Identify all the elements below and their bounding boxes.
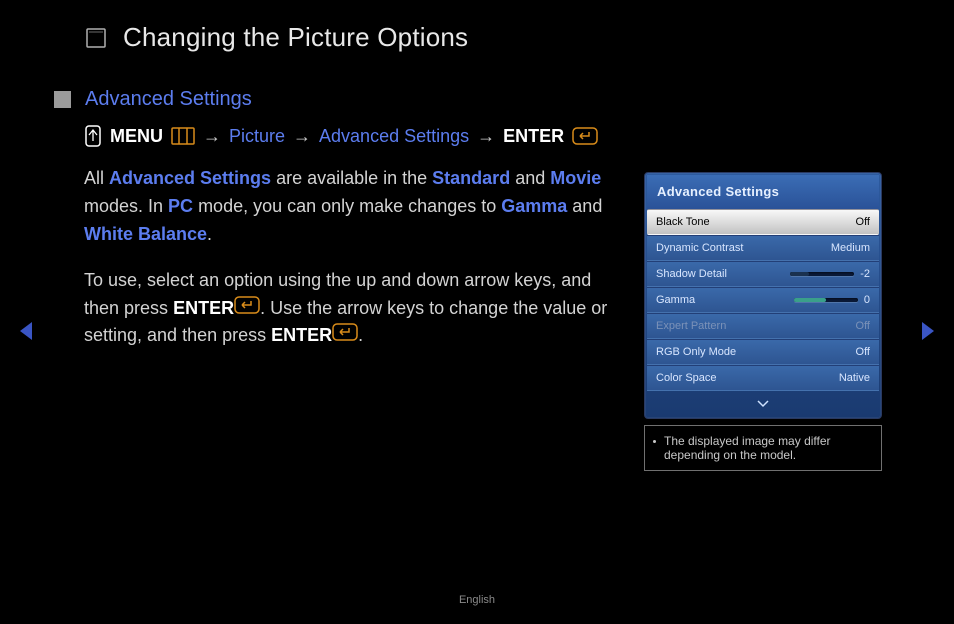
enter-icon (234, 296, 260, 314)
breadcrumb-picture: Picture (229, 126, 285, 147)
link-standard: Standard (432, 168, 510, 188)
link-gamma: Gamma (501, 196, 567, 216)
settings-panel: Advanced Settings Black Tone Off Dynamic C… (644, 172, 882, 419)
enter-icon (332, 323, 358, 341)
row-value: Native (839, 372, 870, 384)
link-advanced-settings: Advanced Settings (109, 168, 271, 188)
arrow-icon: → (203, 126, 221, 147)
section-title: Advanced Settings (85, 88, 252, 111)
link-pc: PC (168, 196, 193, 216)
paragraph-2: To use, select an option using the up an… (84, 267, 614, 351)
arrow-icon: → (293, 126, 311, 147)
panel-row-gamma[interactable]: Gamma 0 (647, 287, 879, 313)
paragraph-1: All Advanced Settings are available in t… (84, 165, 614, 249)
row-value: Off (856, 346, 870, 358)
row-label: Black Tone (656, 216, 710, 228)
panel-rows: Black Tone Off Dynamic Contrast Medium Shado… (647, 209, 879, 391)
language-footer: English (0, 594, 954, 606)
nav-prev-button[interactable] (16, 320, 36, 347)
note-text: The displayed image may differ depending… (664, 434, 871, 462)
row-label: Expert Pattern (656, 320, 726, 332)
row-value: -2 (860, 268, 870, 280)
panel-row-expert-pattern: Expert Pattern Off (647, 313, 879, 339)
panel-row-color-space[interactable]: Color Space Native (647, 365, 879, 391)
row-label: Gamma (656, 294, 695, 306)
page-title: Changing the Picture Options (85, 22, 468, 53)
slider[interactable] (794, 298, 858, 302)
panel-row-shadow-detail[interactable]: Shadow Detail -2 (647, 261, 879, 287)
row-label: Color Space (656, 372, 717, 384)
panel-row-black-tone[interactable]: Black Tone Off (647, 209, 879, 235)
link-movie: Movie (550, 168, 601, 188)
row-value: 0 (864, 294, 870, 306)
nav-next-button[interactable] (918, 320, 938, 347)
slider[interactable] (790, 272, 854, 276)
chevron-down-icon (756, 400, 770, 408)
arrow-icon: → (477, 126, 495, 147)
square-bullet-icon (54, 91, 71, 108)
row-value: Off (856, 216, 870, 228)
breadcrumb-menu: MENU (110, 126, 163, 147)
row-value: Medium (831, 242, 870, 254)
row-label: Dynamic Contrast (656, 242, 743, 254)
enter-label: ENTER (173, 298, 234, 318)
row-value: Off (856, 320, 870, 332)
bullet-icon (653, 440, 656, 443)
breadcrumb-enter: ENTER (503, 126, 564, 147)
row-label: Shadow Detail (656, 268, 727, 280)
breadcrumb: MENU → Picture → Advanced Settings → ENT… (84, 125, 904, 147)
panel-title: Advanced Settings (647, 175, 879, 209)
enter-label: ENTER (271, 325, 332, 345)
enter-icon (572, 127, 598, 145)
link-white-balance: White Balance (84, 224, 207, 244)
row-value-area: -2 (790, 268, 870, 280)
section-header: Advanced Settings (54, 88, 904, 111)
panel-row-dynamic-contrast[interactable]: Dynamic Contrast Medium (647, 235, 879, 261)
page-title-text: Changing the Picture Options (123, 22, 468, 53)
panel-footer[interactable] (647, 391, 879, 416)
book-icon (85, 27, 107, 49)
panel-row-rgb-only-mode[interactable]: RGB Only Mode Off (647, 339, 879, 365)
row-label: RGB Only Mode (656, 346, 736, 358)
row-value-area: 0 (794, 294, 870, 306)
note-box: The displayed image may differ depending… (644, 425, 882, 471)
remote-icon (84, 125, 102, 147)
breadcrumb-advanced-settings: Advanced Settings (319, 126, 469, 147)
body-text: All Advanced Settings are available in t… (84, 165, 614, 350)
menu-icon (171, 127, 195, 145)
